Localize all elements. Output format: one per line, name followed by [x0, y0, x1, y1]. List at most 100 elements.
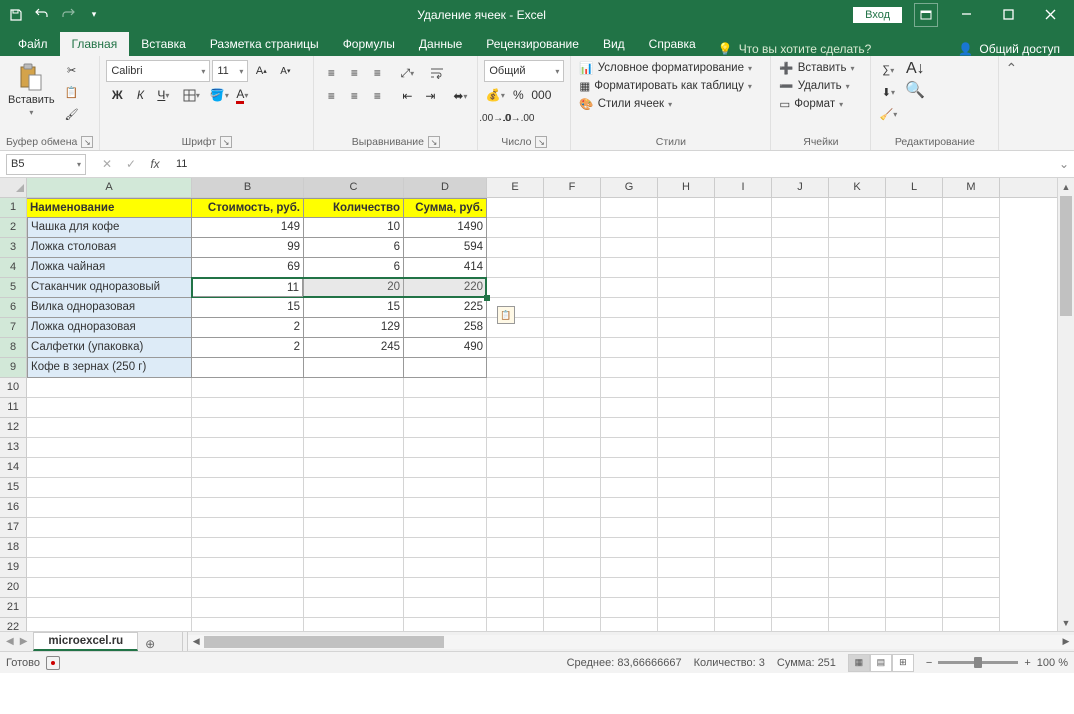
cell[interactable] [772, 598, 829, 618]
cell[interactable] [943, 538, 1000, 558]
cell[interactable] [601, 338, 658, 358]
dialog-launcher-icon[interactable]: ↘ [428, 136, 440, 148]
tab-layout[interactable]: Разметка страницы [198, 32, 331, 56]
cell[interactable] [404, 398, 487, 418]
cell[interactable] [544, 538, 601, 558]
clear-button[interactable]: 🧹▾ [877, 104, 899, 124]
col-header-B[interactable]: B [192, 178, 304, 197]
align-middle-button[interactable]: ≡ [343, 63, 365, 83]
cell[interactable] [487, 198, 544, 218]
cell[interactable] [601, 478, 658, 498]
tab-data[interactable]: Данные [407, 32, 474, 56]
cell[interactable] [715, 238, 772, 258]
cell[interactable] [715, 538, 772, 558]
cell[interactable] [544, 338, 601, 358]
col-header-I[interactable]: I [715, 178, 772, 197]
tab-file[interactable]: Файл [6, 32, 60, 56]
cell[interactable] [27, 378, 192, 398]
fill-button[interactable]: ⬇▾ [877, 82, 899, 102]
cell[interactable] [829, 258, 886, 278]
cell[interactable]: Количество [304, 198, 404, 218]
cell[interactable]: 2 [192, 318, 304, 338]
cell[interactable] [772, 378, 829, 398]
row-header-18[interactable]: 18 [0, 538, 27, 558]
cell[interactable] [404, 558, 487, 578]
cell[interactable] [304, 438, 404, 458]
cell[interactable] [544, 278, 601, 298]
cell[interactable] [772, 418, 829, 438]
cut-button[interactable]: ✂ [61, 60, 83, 80]
col-header-C[interactable]: C [304, 178, 404, 197]
align-center-button[interactable]: ≡ [343, 86, 365, 106]
cell[interactable] [886, 618, 943, 631]
cell[interactable] [943, 398, 1000, 418]
cell[interactable]: 129 [304, 318, 404, 338]
cell[interactable] [943, 378, 1000, 398]
cell[interactable] [943, 318, 1000, 338]
row-header-1[interactable]: 1 [0, 198, 27, 218]
cell[interactable] [886, 278, 943, 298]
cell[interactable] [404, 538, 487, 558]
cell[interactable] [658, 378, 715, 398]
cell[interactable] [601, 218, 658, 238]
cell[interactable] [601, 258, 658, 278]
cell[interactable] [943, 498, 1000, 518]
cell[interactable] [304, 518, 404, 538]
row-header-14[interactable]: 14 [0, 458, 27, 478]
cell[interactable] [27, 458, 192, 478]
cell[interactable] [658, 538, 715, 558]
cell[interactable] [487, 438, 544, 458]
cell[interactable] [829, 338, 886, 358]
cell[interactable] [658, 518, 715, 538]
fill-color-button[interactable]: 🪣▾ [208, 85, 230, 105]
zoom-slider[interactable] [938, 661, 1018, 664]
cell[interactable] [27, 598, 192, 618]
cell[interactable]: 149 [192, 218, 304, 238]
cell[interactable] [601, 278, 658, 298]
share-button[interactable]: 👤 Общий доступ [958, 42, 1068, 56]
cell[interactable] [886, 518, 943, 538]
cell[interactable] [772, 558, 829, 578]
cell[interactable] [487, 358, 544, 378]
cell[interactable] [943, 198, 1000, 218]
cell[interactable] [487, 238, 544, 258]
cell[interactable] [192, 618, 304, 631]
cell[interactable]: 15 [192, 298, 304, 318]
cell[interactable] [404, 418, 487, 438]
cell[interactable]: 220 [404, 278, 487, 298]
cell[interactable] [487, 298, 544, 318]
cell[interactable] [192, 558, 304, 578]
cell[interactable] [886, 578, 943, 598]
cell[interactable] [192, 518, 304, 538]
row-header-3[interactable]: 3 [0, 238, 27, 258]
cell[interactable] [404, 498, 487, 518]
cell[interactable] [601, 418, 658, 438]
cell[interactable] [192, 378, 304, 398]
cell[interactable]: Наименование [27, 198, 192, 218]
cell[interactable] [772, 198, 829, 218]
cell[interactable] [886, 438, 943, 458]
cell[interactable] [304, 458, 404, 478]
cell[interactable] [943, 278, 1000, 298]
cell[interactable] [658, 418, 715, 438]
cell[interactable]: Сумма, руб. [404, 198, 487, 218]
format-as-table-button[interactable]: ▦Форматировать как таблицу▾ [577, 78, 764, 94]
redo-icon[interactable] [56, 3, 80, 27]
cell[interactable] [829, 198, 886, 218]
cell[interactable] [715, 378, 772, 398]
cell[interactable] [304, 378, 404, 398]
cell[interactable] [27, 518, 192, 538]
cell[interactable] [487, 338, 544, 358]
cell[interactable] [715, 258, 772, 278]
minimize-button[interactable] [946, 0, 986, 29]
cell[interactable]: 2 [192, 338, 304, 358]
cell[interactable] [601, 618, 658, 631]
tab-help[interactable]: Справка [637, 32, 708, 56]
cell[interactable] [487, 458, 544, 478]
cell[interactable]: 225 [404, 298, 487, 318]
row-header-2[interactable]: 2 [0, 218, 27, 238]
cell[interactable] [886, 318, 943, 338]
cell[interactable]: 69 [192, 258, 304, 278]
cells-area[interactable]: 11 📋 НаименованиеСтоимость, руб.Количест… [27, 198, 1000, 631]
cell[interactable] [404, 458, 487, 478]
